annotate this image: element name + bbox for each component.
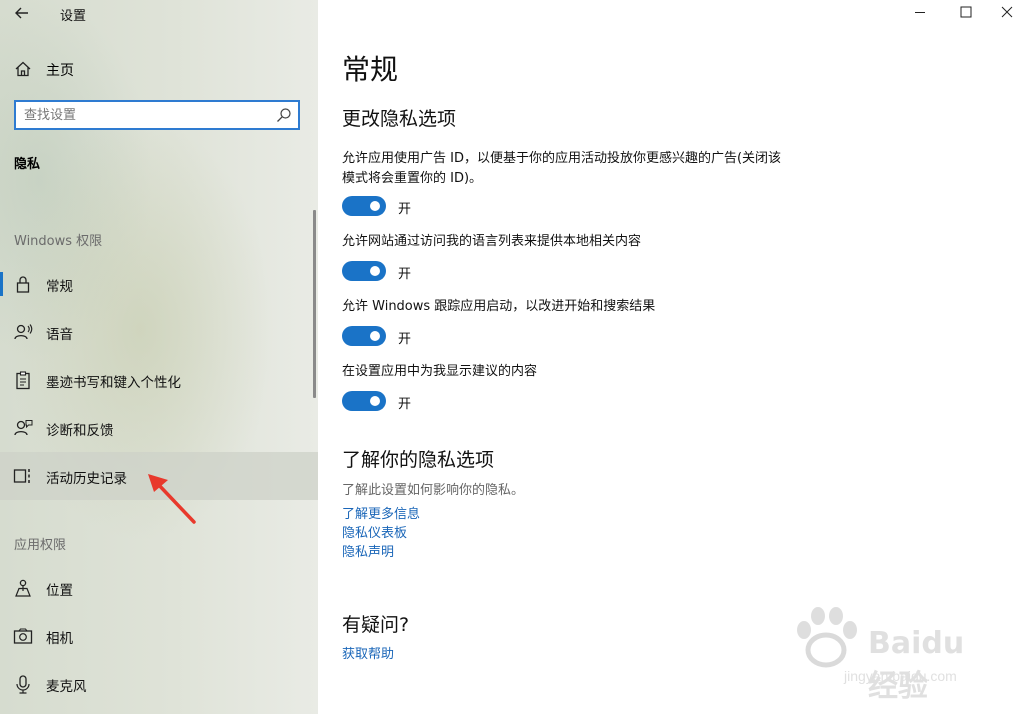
content-pane: 常规 更改隐私选项 允许应用使用广告 ID，以便基于你的应用活动投放你更感兴趣的… [318,0,1031,714]
feedback-icon [14,420,33,436]
active-indicator [0,272,3,296]
advertising-id-toggle[interactable] [342,196,386,216]
back-button[interactable] [8,2,36,24]
section-title-change-privacy: 更改隐私选项 [342,108,457,130]
toggle-state-label: 开 [398,202,412,217]
language-list-toggle[interactable] [342,261,386,281]
home-nav-item[interactable]: 主页 [0,52,318,86]
search-icon[interactable] [276,107,292,123]
back-arrow-icon [15,7,28,19]
toggle-state-label: 开 [398,397,412,412]
section-title-questions: 有疑问? [342,614,410,636]
search-input[interactable] [24,106,269,124]
setting-description: 允许应用使用广告 ID，以便基于你的应用活动投放你更感兴趣的广告(关闭该模式将会… [342,151,782,186]
sidebar-item-speech[interactable]: 语音 [0,308,318,356]
paw-logo-icon [797,607,857,668]
timeline-icon [13,469,30,483]
app-title: 设置 [60,9,87,24]
setting-description: 在设置应用中为我显示建议的内容 [342,364,538,379]
sidebar-item-label: 位置 [46,583,73,599]
title-bar: 设置 [0,0,318,26]
toggle-knob [370,201,380,211]
watermark-url: jingyan.baidu.com [844,668,957,684]
home-icon [15,61,31,77]
home-label: 主页 [46,63,74,79]
close-button[interactable] [985,0,1031,26]
setting-description: 允许网站通过访问我的语言列表来提供本地相关内容 [342,234,642,249]
privacy-statement-link[interactable]: 隐私声明 [342,541,394,560]
get-help-link[interactable]: 获取帮助 [342,643,394,662]
toggle-knob [370,396,380,406]
sidebar-item-camera[interactable]: 相机 [0,612,318,660]
sidebar-item-microphone[interactable]: 麦克风 [0,660,318,708]
clipboard-icon [16,371,30,390]
camera-icon [13,628,33,644]
sidebar-item-diagnostics[interactable]: 诊断和反馈 [0,404,318,452]
learn-more-link[interactable]: 了解更多信息 [342,503,420,522]
sidebar-item-label: 墨迹书写和键入个性化 [46,375,181,391]
minimize-icon [915,12,925,13]
setting-description: 允许 Windows 跟踪应用启动，以改进开始和搜索结果 [342,299,656,314]
section-title-know-privacy: 了解你的隐私选项 [342,449,495,471]
maximize-button[interactable] [944,0,990,26]
page-title: 常规 [342,53,399,86]
maximize-icon [960,6,972,18]
suggested-content-toggle[interactable] [342,391,386,411]
category-title: 隐私 [14,157,41,172]
sidebar-scrollbar[interactable] [313,210,316,398]
watermark-text: Baidu经验 [868,626,965,704]
sidebar-item-location[interactable]: 位置 [0,564,318,612]
lock-icon [16,276,30,293]
sidebar-item-label: 常规 [46,279,73,295]
location-icon [15,579,31,597]
search-box[interactable] [14,100,300,130]
sidebar-item-label: 语音 [46,327,73,343]
sidebar-item-general[interactable]: 常规 [0,260,318,308]
baidu-watermark: Baidu经验 jingyan.baidu.com [788,598,988,704]
sidebar-item-label: 相机 [46,631,73,647]
close-icon [1001,6,1013,18]
sidebar-item-label: 麦克风 [46,679,87,695]
group-heading-windows: Windows 权限 [14,234,103,249]
microphone-icon [16,675,30,694]
toggle-state-label: 开 [398,267,412,282]
sidebar: 设置 主页 隐私 Windows 权限 常规 语音 [0,0,318,714]
sidebar-item-label: 活动历史记录 [46,471,127,487]
speech-icon [14,324,33,340]
privacy-dashboard-link[interactable]: 隐私仪表板 [342,522,407,541]
sidebar-item-inking[interactable]: 墨迹书写和键入个性化 [0,356,318,404]
group-heading-app: 应用权限 [14,538,67,553]
app-launch-tracking-toggle[interactable] [342,326,386,346]
toggle-knob [370,266,380,276]
minimize-button[interactable] [898,0,944,26]
sidebar-item-label: 诊断和反馈 [46,423,114,439]
section-description: 了解此设置如何影响你的隐私。 [342,483,525,498]
annotation-arrow-icon [148,474,196,524]
toggle-knob [370,331,380,341]
toggle-state-label: 开 [398,332,412,347]
